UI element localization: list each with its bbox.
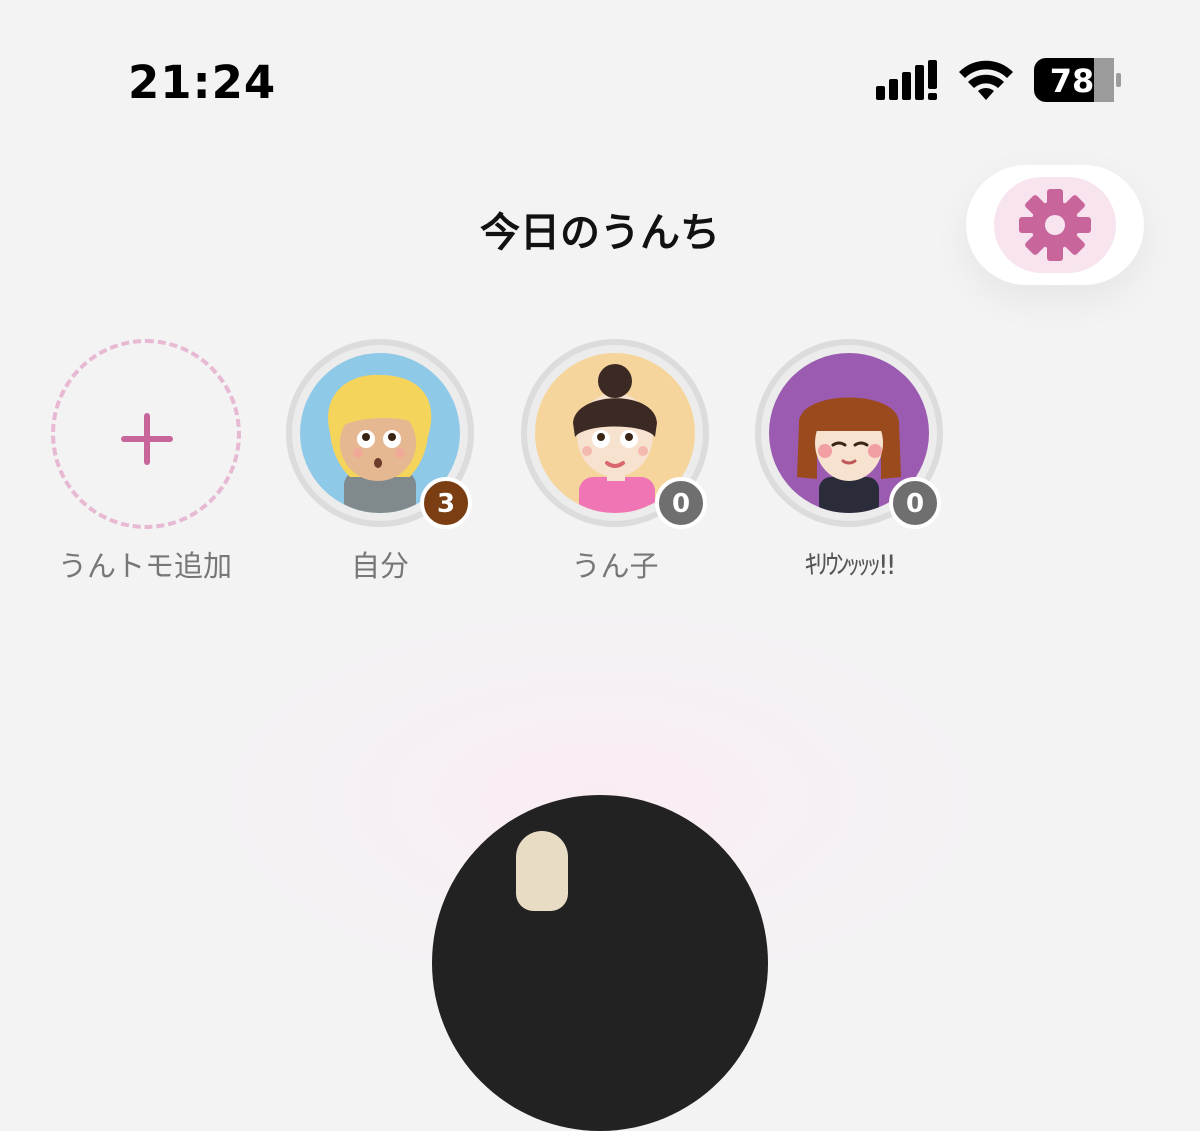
- status-time: 21:24: [128, 56, 277, 109]
- battery-icon: 78: [1034, 58, 1121, 102]
- add-friend-button[interactable]: [51, 339, 241, 529]
- add-friend-item[interactable]: うんトモ追加: [25, 335, 265, 595]
- settings-button-inner[interactable]: [994, 177, 1116, 273]
- avatar[interactable]: 0: [521, 339, 709, 529]
- avatar[interactable]: 0: [755, 339, 943, 529]
- settings-button[interactable]: [966, 165, 1144, 285]
- friend-name: うん子: [571, 549, 659, 583]
- cellular-signal-icon: [876, 60, 937, 100]
- poop-count-badge: 3: [420, 477, 472, 529]
- battery-level: 78: [1050, 62, 1095, 100]
- add-friend-label: うんトモ追加: [57, 549, 232, 583]
- avatar[interactable]: 3: [286, 339, 474, 529]
- friends-row: うんトモ追加 3 自分 0 うん子 0 ｷﾘｳﾝｯｯｯ!!: [0, 335, 1200, 595]
- status-bar: 21:24 78: [0, 0, 1200, 140]
- character-head: [516, 831, 568, 911]
- friend-item-unko[interactable]: 0 うん子: [495, 335, 735, 595]
- gear-icon: [1019, 189, 1091, 261]
- friend-name: ｷﾘｳﾝｯｯｯ!!: [804, 550, 896, 581]
- friend-item-self[interactable]: 3 自分: [260, 335, 500, 595]
- poop-count-badge: 0: [655, 477, 707, 529]
- friend-name: 自分: [350, 549, 409, 583]
- poop-count-badge: 0: [889, 477, 941, 529]
- main-character-avatar[interactable]: [432, 795, 768, 1131]
- friend-item-kiriun[interactable]: 0 ｷﾘｳﾝｯｯｯ!!: [729, 335, 969, 595]
- wifi-icon: [959, 60, 1013, 100]
